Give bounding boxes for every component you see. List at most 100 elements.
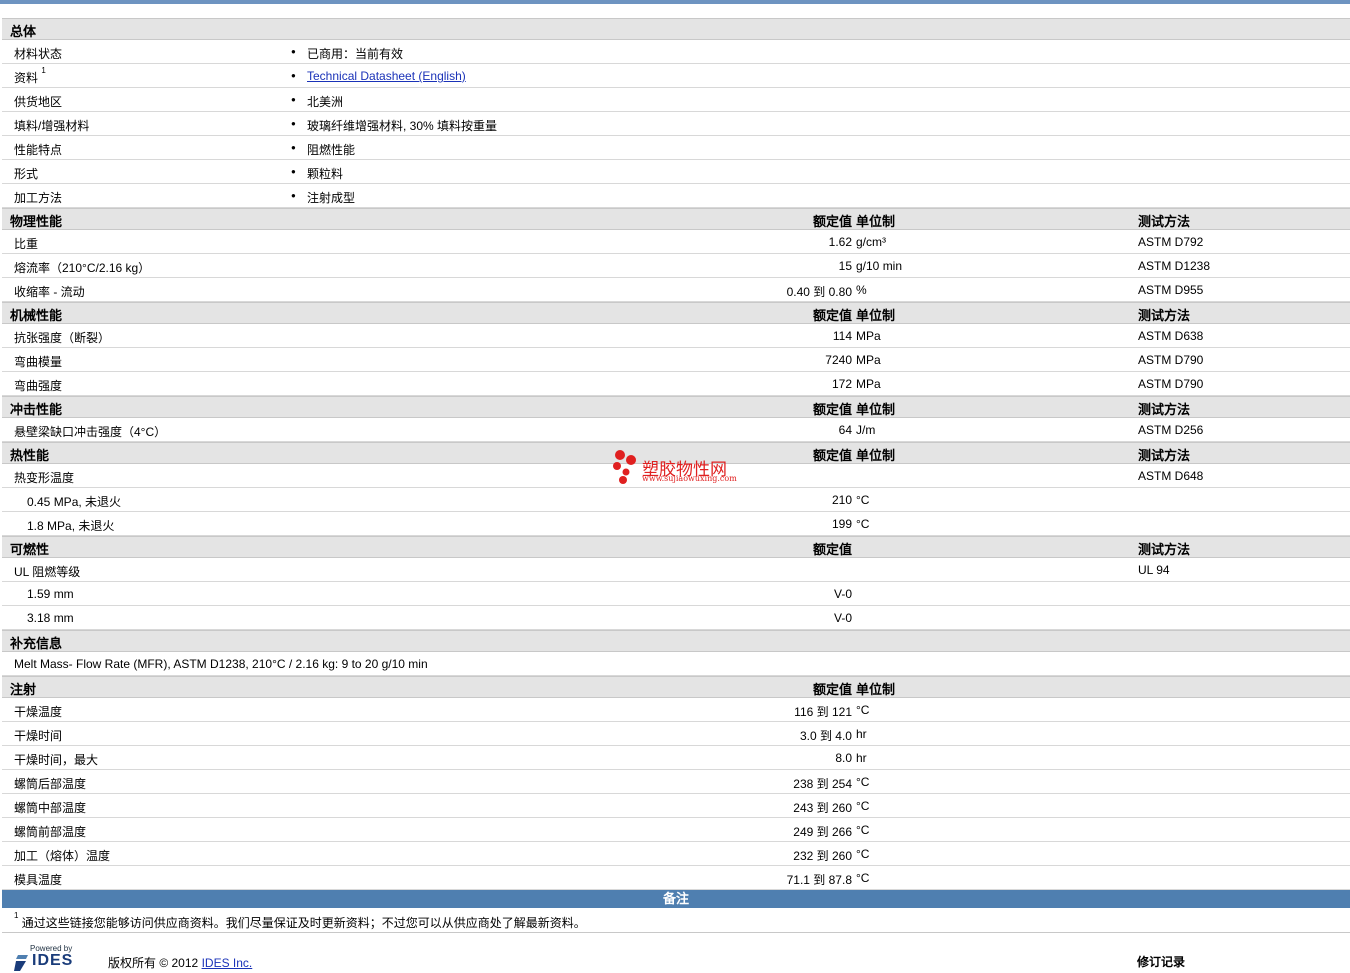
property-unit: °C: [856, 871, 870, 885]
col-header-value: 额定值: [812, 448, 852, 463]
ides-logo: Powered by IDES: [14, 943, 74, 973]
property-row: 螺筒后部温度 238 到 254 °C: [2, 770, 1350, 794]
property-value: 114: [832, 329, 852, 343]
general-row: 资料 1 Technical Datasheet (English): [2, 64, 1350, 88]
general-section: 总体 材料状态 已商用：当前有效 资料 1 Technical Datasheet (E…: [2, 18, 1350, 208]
property-value: 172: [831, 377, 852, 391]
test-method: ASTM D790: [1138, 353, 1204, 367]
section-title: 物理性能: [10, 214, 63, 229]
property-row: 加工（熔体）温度 232 到 260 °C: [2, 842, 1350, 866]
section-header: 机械性能 额定值 单位制 测试方法: [2, 302, 1350, 324]
row-label: 填料/增强材料: [14, 117, 89, 134]
property-name: 螺筒中部温度: [14, 801, 87, 815]
property-name: 抗张强度（断裂）: [14, 331, 111, 345]
property-value: 7240: [825, 353, 852, 367]
row-label: 供货地区: [14, 93, 62, 110]
watermark: 塑胶物性网 www.sujiaowuxing.com: [610, 448, 760, 488]
footnote-ref: 1: [41, 66, 46, 75]
property-row: 弯曲模量 7240 MPa ASTM D790: [2, 348, 1350, 372]
property-name: 1.8 MPa, 未退火: [27, 519, 115, 533]
property-name: 3.18 mm: [27, 611, 74, 625]
property-name: 干燥时间，最大: [14, 753, 99, 767]
row-label: 资料 1: [14, 66, 46, 86]
property-value: 8.0: [835, 751, 852, 765]
section-header: 总体: [2, 18, 1350, 40]
property-name: 螺筒前部温度: [14, 825, 87, 839]
test-method: ASTM D955: [1138, 283, 1204, 297]
property-name: 干燥时间: [14, 729, 63, 743]
section-header: 补充信息: [2, 630, 1350, 652]
property-row: 干燥温度 116 到 121 °C: [2, 698, 1350, 722]
property-name: UL 阻燃等级: [14, 565, 81, 579]
property-row: 熔流率（210°C/2.16 kg） 15 g/10 min ASTM D1238: [2, 254, 1350, 278]
col-header-value: 额定值: [812, 402, 852, 417]
row-label: 材料状态: [14, 45, 62, 62]
row-label-text: 资料: [14, 71, 39, 85]
col-header-unit: 单位制: [856, 448, 896, 463]
ides-logo-text: IDES: [32, 952, 74, 969]
company-link[interactable]: IDES Inc.: [202, 956, 253, 970]
watermark-dots-icon: [613, 450, 636, 484]
property-value: 249 到 266: [793, 825, 852, 839]
property-row: 抗张强度（断裂） 114 MPa ASTM D638: [2, 324, 1350, 348]
col-header-test-method: 测试方法: [1138, 214, 1191, 229]
section-header: 物理性能 额定值 单位制 测试方法: [2, 208, 1350, 230]
property-row: 螺筒中部温度 243 到 260 °C: [2, 794, 1350, 818]
property-unit: °C: [856, 775, 870, 789]
footer: Powered by IDES 版权所有 © 2012 IDES Inc. 修订…: [2, 933, 1350, 973]
property-name: 熔流率（210°C/2.16 kg）: [14, 261, 151, 275]
property-name: 收缩率 - 流动: [14, 285, 85, 299]
property-unit: %: [856, 283, 867, 297]
copyright: 版权所有 © 2012 IDES Inc.: [108, 956, 253, 970]
property-row: 3.18 mm V-0: [2, 606, 1350, 630]
property-name: 加工（熔体）温度: [14, 849, 111, 863]
property-value: 3.0 到 4.0: [799, 729, 852, 743]
property-name: 干燥温度: [14, 705, 63, 719]
general-row: 性能特点 阻燃性能: [2, 136, 1350, 160]
property-name: 悬壁梁缺口冲击强度（4°C）: [14, 425, 167, 439]
watermark-url: www.sujiaowuxing.com: [642, 474, 737, 483]
footnote: 1 通过这些链接您能够访问供应商资料。我们尽量保证及时更新资料；不过您可以从供应…: [2, 908, 1350, 933]
row-label: 形式: [14, 165, 38, 182]
property-name: 1.59 mm: [27, 587, 74, 601]
property-name: 弯曲强度: [14, 379, 63, 393]
top-accent-bar: [0, 0, 1350, 4]
section-title: 可燃性: [10, 542, 50, 557]
general-row: 加工方法 注射成型: [2, 184, 1350, 208]
general-row: 填料/增强材料 玻璃纤维增强材料, 30% 填料按重量: [2, 112, 1350, 136]
section-header: 可燃性 额定值 测试方法: [2, 536, 1350, 558]
col-header-value: 额定值: [812, 542, 852, 557]
property-row: 干燥时间 3.0 到 4.0 hr: [2, 722, 1350, 746]
section-title: 补充信息: [10, 636, 63, 651]
property-value: 0.40 到 0.80: [786, 285, 852, 299]
test-method: ASTM D790: [1138, 377, 1204, 391]
property-unit: °C: [856, 847, 870, 861]
row-value: 注射成型: [307, 191, 356, 205]
revision-history-title: 修订记录: [1137, 955, 1186, 969]
property-value: V-0: [833, 587, 852, 601]
row-label-text: 供货地区: [14, 95, 63, 109]
property-row: 收缩率 - 流动 0.40 到 0.80% ASTM D955: [2, 278, 1350, 302]
property-row: 弯曲强度 172 MPa ASTM D790: [2, 372, 1350, 396]
property-name: 弯曲模量: [14, 355, 63, 369]
property-unit: °C: [856, 517, 870, 531]
property-row: 干燥时间，最大 8.0 hr: [2, 746, 1350, 770]
row-label-text: 形式: [14, 167, 39, 181]
property-row: 1.8 MPa, 未退火 199 °C: [2, 512, 1350, 536]
section-title: 注射: [10, 682, 37, 697]
row-label-text: 加工方法: [14, 191, 63, 205]
property-row: Melt Mass- Flow Rate (MFR), ASTM D1238, …: [2, 652, 1350, 676]
row-label-text: 性能特点: [14, 143, 63, 157]
property-name: 热变形温度: [14, 471, 75, 485]
col-header-value: 额定值: [812, 308, 852, 323]
footnote-mark: 1: [14, 911, 19, 920]
col-header-test-method: 测试方法: [1138, 542, 1191, 557]
property-name: 模具温度: [14, 873, 63, 887]
row-label-text: 材料状态: [14, 47, 63, 61]
col-header-test-method: 测试方法: [1138, 308, 1191, 323]
property-unit: g/10 min: [856, 259, 903, 273]
property-row: 0.45 MPa, 未退火 210 °C: [2, 488, 1350, 512]
property-unit: MPa: [856, 329, 881, 343]
datasheet-link[interactable]: Technical Datasheet (English): [307, 69, 466, 83]
notes-header: 备注: [2, 890, 1350, 908]
